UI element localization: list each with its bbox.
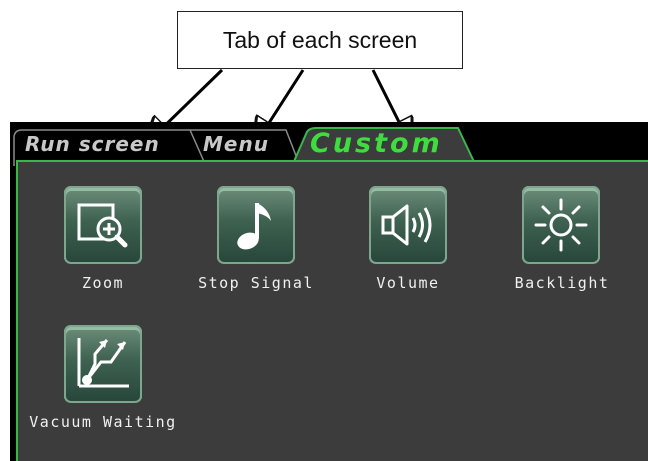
- vacuum-graph-icon: [77, 338, 129, 388]
- vacuum-waiting-label: Vacuum Waiting: [29, 413, 177, 431]
- tab-run-screen[interactable]: Run screen: [25, 132, 160, 156]
- stop-signal-button[interactable]: [217, 186, 295, 264]
- volume-button[interactable]: [369, 186, 447, 264]
- backlight-label: Backlight: [514, 274, 610, 292]
- zoom-label: Zoom: [81, 274, 125, 292]
- zoom-button[interactable]: [64, 186, 142, 264]
- stop-signal-label: Stop Signal: [198, 274, 314, 292]
- callout-box: Tab of each screen: [177, 11, 463, 69]
- volume-label: Volume: [376, 274, 440, 292]
- custom-panel: Zoom Stop Signal Volume Backlight Vacuum…: [16, 160, 648, 461]
- tab-custom[interactable]: Custom: [310, 128, 443, 159]
- vacuum-waiting-button[interactable]: [64, 325, 142, 403]
- tab-menu[interactable]: Menu: [203, 132, 269, 156]
- zoom-in-icon: [77, 203, 128, 248]
- backlight-button[interactable]: [522, 186, 600, 264]
- speaker-icon: [381, 204, 432, 246]
- callout-text: Tab of each screen: [222, 26, 418, 53]
- sun-icon: [534, 198, 588, 252]
- music-note-icon: [237, 203, 271, 250]
- device-screen: Run screen Menu Custom Zoom Stop Signal: [10, 122, 648, 461]
